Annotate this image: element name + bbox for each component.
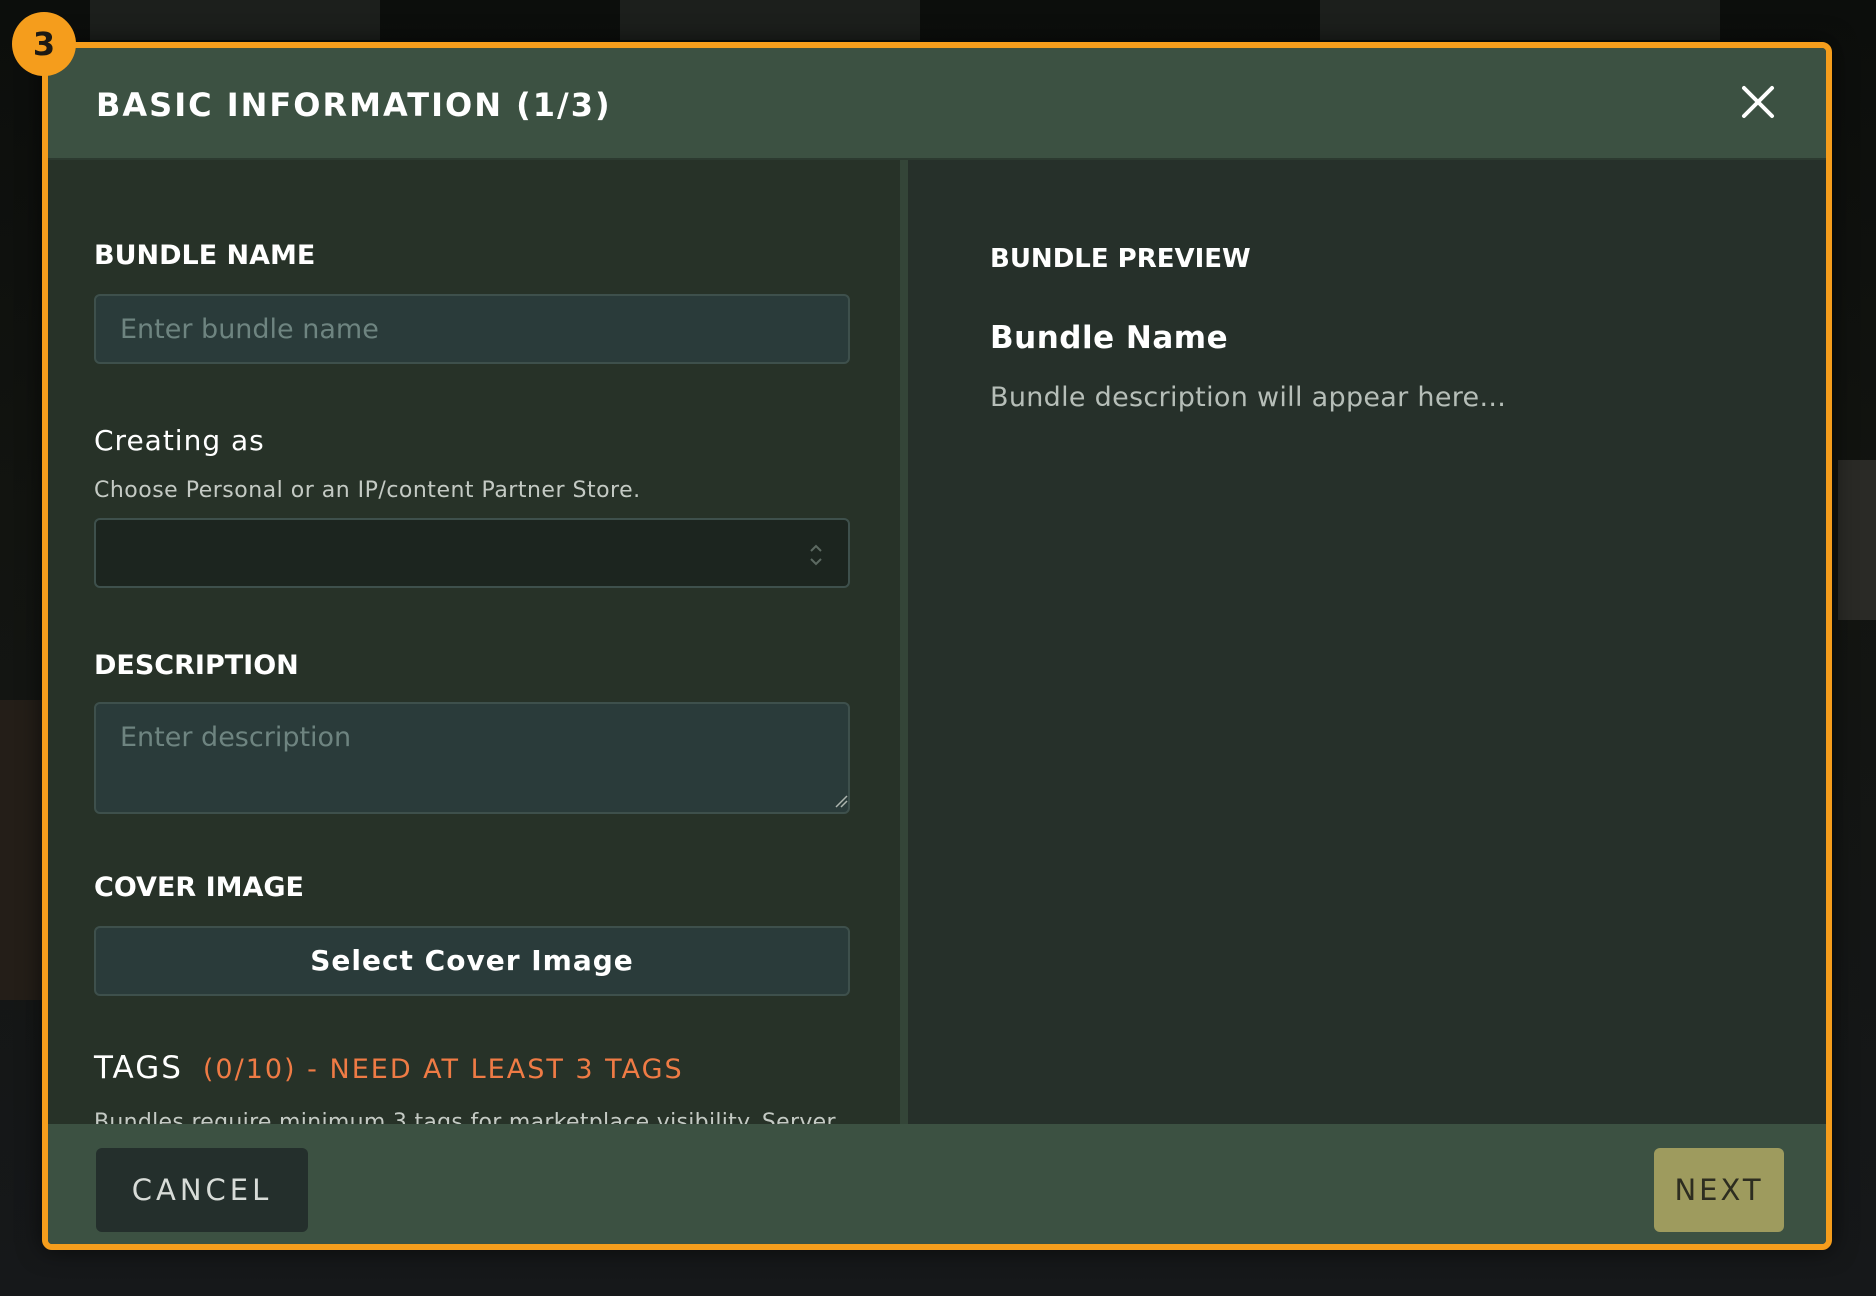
preview-bundle-name: Bundle Name [990, 320, 1229, 356]
creating-as-select[interactable] [94, 518, 850, 588]
tags-header: TAGS (0/10) - NEED AT LEAST 3 TAGS [94, 1050, 684, 1086]
bundle-name-input[interactable] [94, 294, 850, 364]
chevron-updown-icon [810, 544, 822, 566]
background-strip [620, 0, 920, 40]
background-strip [90, 0, 380, 40]
step-badge: 3 [12, 12, 76, 76]
resize-grip-icon[interactable] [834, 794, 848, 808]
tags-warning: (0/10) - NEED AT LEAST 3 TAGS [202, 1054, 684, 1085]
modal-title: BASIC INFORMATION (1/3) [96, 86, 612, 124]
description-label: DESCRIPTION [94, 650, 299, 681]
preview-panel: BUNDLE PREVIEW Bundle Name Bundle descri… [908, 160, 1826, 1124]
cancel-button[interactable]: CANCEL [96, 1148, 308, 1232]
next-button[interactable]: NEXT [1654, 1148, 1784, 1232]
creating-as-label: Creating as [94, 424, 265, 457]
bundle-name-label: BUNDLE NAME [94, 240, 316, 271]
modal-footer: CANCEL NEXT [48, 1124, 1826, 1244]
close-icon [1742, 86, 1774, 118]
bundle-modal: BASIC INFORMATION (1/3) BUNDLE NAME Crea… [42, 42, 1832, 1250]
tags-label: TAGS [94, 1050, 183, 1086]
select-cover-image-button[interactable]: Select Cover Image [94, 926, 850, 996]
description-input[interactable] [94, 702, 850, 814]
close-button[interactable] [1730, 74, 1786, 130]
preview-bundle-description: Bundle description will appear here... [990, 382, 1507, 413]
background-block [1838, 460, 1876, 620]
preview-title: BUNDLE PREVIEW [990, 244, 1251, 274]
tags-hint: Bundles require minimum 3 tags for marke… [94, 1110, 836, 1124]
background-strip [1320, 0, 1720, 40]
form-panel: BUNDLE NAME Creating as Choose Personal … [48, 160, 900, 1124]
panel-divider [900, 160, 908, 1124]
modal-header: BASIC INFORMATION (1/3) [48, 48, 1826, 160]
background-block [0, 700, 42, 1000]
creating-as-hint: Choose Personal or an IP/content Partner… [94, 478, 641, 503]
cover-image-label: COVER IMAGE [94, 872, 304, 903]
